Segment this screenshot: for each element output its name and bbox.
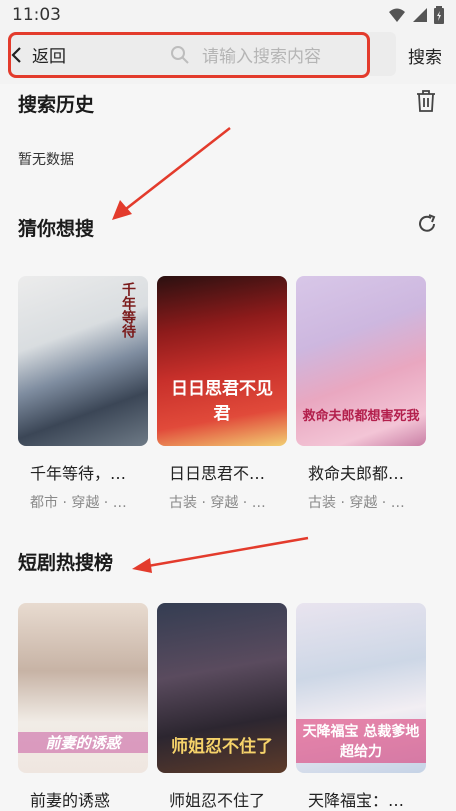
card-title: 师姐忍不住了 [169,791,266,810]
guess-card-1[interactable]: 千年等待 千年等待，… 都市 · 穿越 · … [18,276,148,512]
poster-image: 千年等待 [18,276,148,446]
guess-card-2[interactable]: 日日思君不见君 日日思君不… 古装 · 穿越 · … [157,276,287,512]
hot-card-3[interactable]: 天降福宝 总裁爹地超给力 天降福宝：… [296,603,426,811]
card-tags: 都市 · 穿越 · … [30,495,127,511]
card-title: 天降福宝：… [308,791,405,810]
search-bar: 返回 请输入搜索内容 搜索 [0,32,456,84]
wifi-icon [389,8,405,22]
annotation-arrow [112,127,231,220]
status-icons [388,6,444,24]
hot-title: 短剧热搜榜 [18,552,114,574]
history-title: 搜索历史 [18,94,95,116]
poster-title: 救命夫郎都想害死我 [302,409,420,424]
trash-icon[interactable] [416,90,436,112]
signal-icon [413,8,427,22]
poster-image: 日日思君不见君 [157,276,287,446]
hot-card-2[interactable]: 师姐忍不住了 师姐忍不住了 [157,603,287,811]
poster-title: 天降福宝 总裁爹地超给力 [296,719,426,763]
poster-title: 前妻的诱惑 [18,732,148,753]
poster-image: 前妻的诱惑 [18,603,148,773]
card-title: 救命夫郎都… [308,464,405,483]
poster-title: 师姐忍不住了 [171,737,273,757]
poster-image: 救命夫郎都想害死我 [296,276,426,446]
hot-card-1[interactable]: 前妻的诱惑 前妻的诱惑 [18,603,148,811]
refresh-icon[interactable] [416,213,438,235]
poster-title: 千年等待 [120,282,136,338]
card-tags: 古装 · 穿越 · … [169,495,266,511]
poster-image: 师姐忍不住了 [157,603,287,773]
poster-title: 日日思君不见君 [171,379,273,424]
guess-title: 猜你想搜 [18,218,95,240]
search-button[interactable]: 搜索 [408,43,442,68]
status-time: 11:03 [12,5,61,25]
annotation-highlight-box [8,32,370,78]
card-title: 千年等待，… [30,464,127,483]
poster-image: 天降福宝 总裁爹地超给力 [296,603,426,773]
status-bar: 11:03 [0,0,456,32]
battery-icon [434,6,444,24]
card-title: 前妻的诱惑 [30,791,111,810]
history-empty-text: 暂无数据 [18,152,74,168]
guess-card-3[interactable]: 救命夫郎都想害死我 救命夫郎都… 古装 · 穿越 · … [296,276,426,512]
annotation-arrow [132,536,309,573]
card-tags: 古装 · 穿越 · … [308,495,405,511]
card-title: 日日思君不… [169,464,266,483]
